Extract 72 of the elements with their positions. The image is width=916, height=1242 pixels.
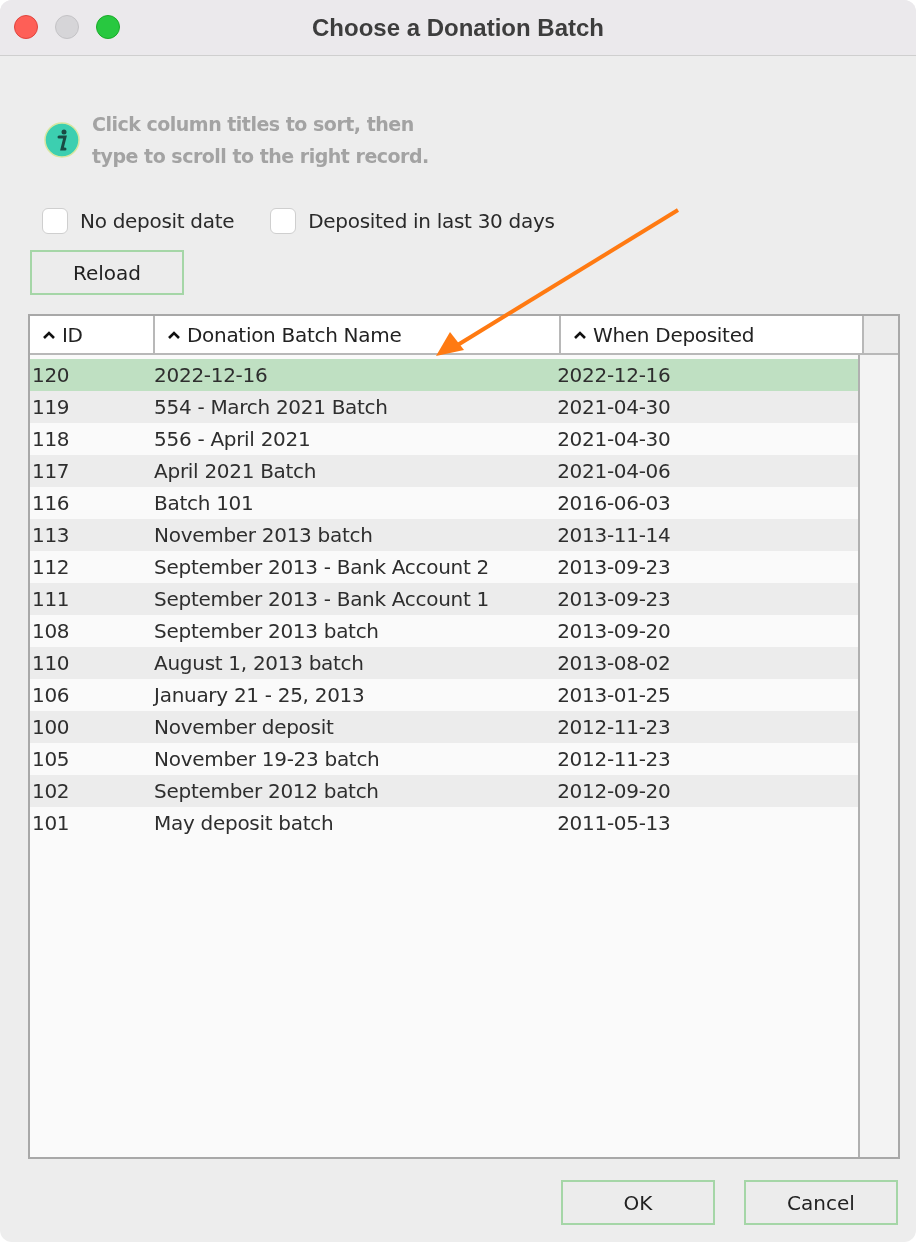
table-cell-text: 2012-11-23: [557, 747, 672, 771]
table-cell-text: 105: [31, 747, 71, 771]
table-cell-text: 2021-04-06: [557, 459, 672, 483]
table-cell-text: 556 - April 2021: [154, 427, 312, 451]
table-cell-text: November 2013 batch: [154, 523, 374, 547]
checkbox-label: Deposited in last 30 days: [308, 209, 555, 233]
table-cell-text: 2013-01-25: [557, 683, 672, 707]
table-cell-text: 2013-08-02: [557, 651, 672, 675]
table-cell-text: 120: [31, 363, 71, 387]
table-row[interactable]: 100 November deposit 2012-11-23: [30, 711, 858, 743]
dialog-button[interactable]: Cancel: [744, 1180, 898, 1225]
close-button[interactable]: [14, 15, 38, 39]
info-icon: [44, 122, 80, 158]
scroll-bar[interactable]: [860, 355, 898, 1157]
table-cell-text: 102: [31, 779, 71, 803]
table-row[interactable]: 119 554 - March 2021 Batch 2021-04-30: [30, 391, 858, 423]
table-cell-text: 101: [31, 811, 71, 835]
table-cell-text: 100: [31, 715, 71, 739]
window-title: Choose a Donation Batch: [312, 13, 604, 42]
header-corner: [864, 316, 898, 353]
table-cell-text: 2012-09-20: [557, 779, 672, 803]
table-cell-text: 2022-12-16: [557, 363, 672, 387]
table-cell-text: November deposit: [154, 715, 335, 739]
checkbox[interactable]: [42, 208, 68, 234]
table-cell-text: 2011-05-13: [557, 811, 672, 835]
table-cell-text: 119: [31, 395, 71, 419]
table-cell-text: 2021-04-30: [557, 427, 672, 451]
table-cell-text: January 21 - 25, 2013: [154, 683, 366, 707]
table-cell-text: 108: [31, 619, 71, 643]
table-cell-text: 117: [31, 459, 71, 483]
table-row[interactable]: 110 August 1, 2013 batch 2013-08-02: [30, 647, 858, 679]
table-cell-text: August 1, 2013 batch: [154, 651, 365, 675]
table-cell-text: September 2012 batch: [154, 779, 380, 803]
table-row[interactable]: 102 September 2012 batch 2012-09-20: [30, 775, 858, 807]
table-cell-text: 2013-09-23: [557, 555, 672, 579]
table-cell-text: November 19-23 batch: [154, 747, 381, 771]
table-cell-text: Batch 101: [154, 491, 255, 515]
table-cell-text: 2021-04-30: [557, 395, 672, 419]
checkbox[interactable]: [270, 208, 297, 234]
zoom-button[interactable]: [96, 15, 120, 39]
checkbox-label: No deposit date: [80, 209, 235, 233]
table-cell-text: 112: [31, 555, 71, 579]
table-cell-text: September 2013 - Bank Account 2: [154, 555, 490, 579]
reload-button[interactable]: Reload: [30, 250, 184, 295]
table-cell-text: 554 - March 2021 Batch: [154, 395, 389, 419]
table-row[interactable]: 117 April 2021 Batch 2021-04-06: [30, 455, 858, 487]
column-title: When Deposited: [593, 322, 755, 347]
column-title: Donation Batch Name: [187, 322, 402, 347]
table-cell-text: 2016-06-03: [557, 491, 672, 515]
table-cell-text: 113: [31, 523, 71, 547]
table-row[interactable]: 111 September 2013 - Bank Account 1 2013-09-23: [30, 583, 858, 615]
table-cell-text: 106: [31, 683, 71, 707]
table-cell-text: May deposit batch: [154, 811, 335, 835]
info-text: Click column titles to sort, then type to scroll to the right record.: [92, 112, 429, 169]
table-cell-text: 111: [31, 587, 71, 611]
table-row[interactable]: 120 2022-12-16 2022-12-16: [30, 359, 858, 391]
table-cell-text: 2013-09-23: [557, 587, 672, 611]
table-cell-text: April 2021 Batch: [154, 459, 318, 483]
table-row[interactable]: 113 November 2013 batch 2013-11-14: [30, 519, 858, 551]
table-cell-text: 2013-09-20: [557, 619, 672, 643]
minimize-button[interactable]: [55, 15, 79, 39]
table-cell-text: 116: [31, 491, 71, 515]
table-cell-text: 110: [31, 651, 71, 675]
column-header[interactable]: ID: [30, 316, 155, 353]
column-title: ID: [62, 322, 83, 347]
table-cell-text: September 2013 batch: [154, 619, 380, 643]
table-cell-text: 118: [31, 427, 71, 451]
table-cell-text: 2013-11-14: [557, 523, 672, 547]
table-cell-text: 2022-12-16: [154, 363, 269, 387]
table-cell-text: September 2013 - Bank Account 1: [154, 587, 490, 611]
dialog-button[interactable]: OK: [561, 1180, 715, 1225]
table-cell-text: 2012-11-23: [557, 715, 672, 739]
